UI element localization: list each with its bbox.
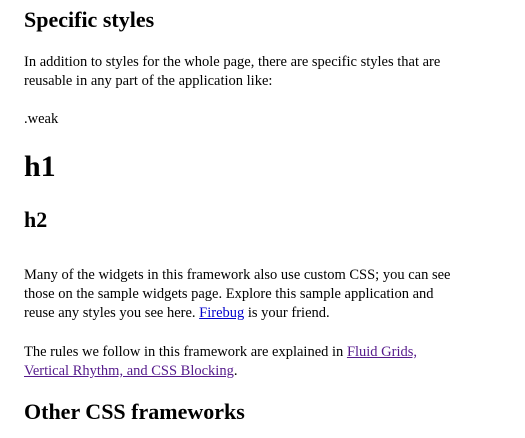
rules-text-before: The rules we follow in this framework ar… (24, 344, 347, 360)
section-heading-specific-styles: Specific styles (24, 7, 155, 32)
rules-text-after: . (233, 363, 238, 379)
firebug-link[interactable]: Firebug (199, 305, 244, 321)
section-heading-other-css-frameworks: Other CSS frameworks (24, 399, 245, 424)
weak-style-example: .weak (24, 111, 59, 127)
h1-style-example: h1 (24, 150, 56, 183)
intro-paragraph: In addition to styles for the whole page… (24, 54, 441, 89)
h2-style-example: h2 (24, 207, 48, 232)
rules-paragraph: The rules we follow in this framework ar… (24, 343, 464, 381)
widgets-paragraph: Many of the widgets in this framework al… (24, 266, 464, 323)
widgets-text-after: is your friend. (244, 305, 330, 321)
